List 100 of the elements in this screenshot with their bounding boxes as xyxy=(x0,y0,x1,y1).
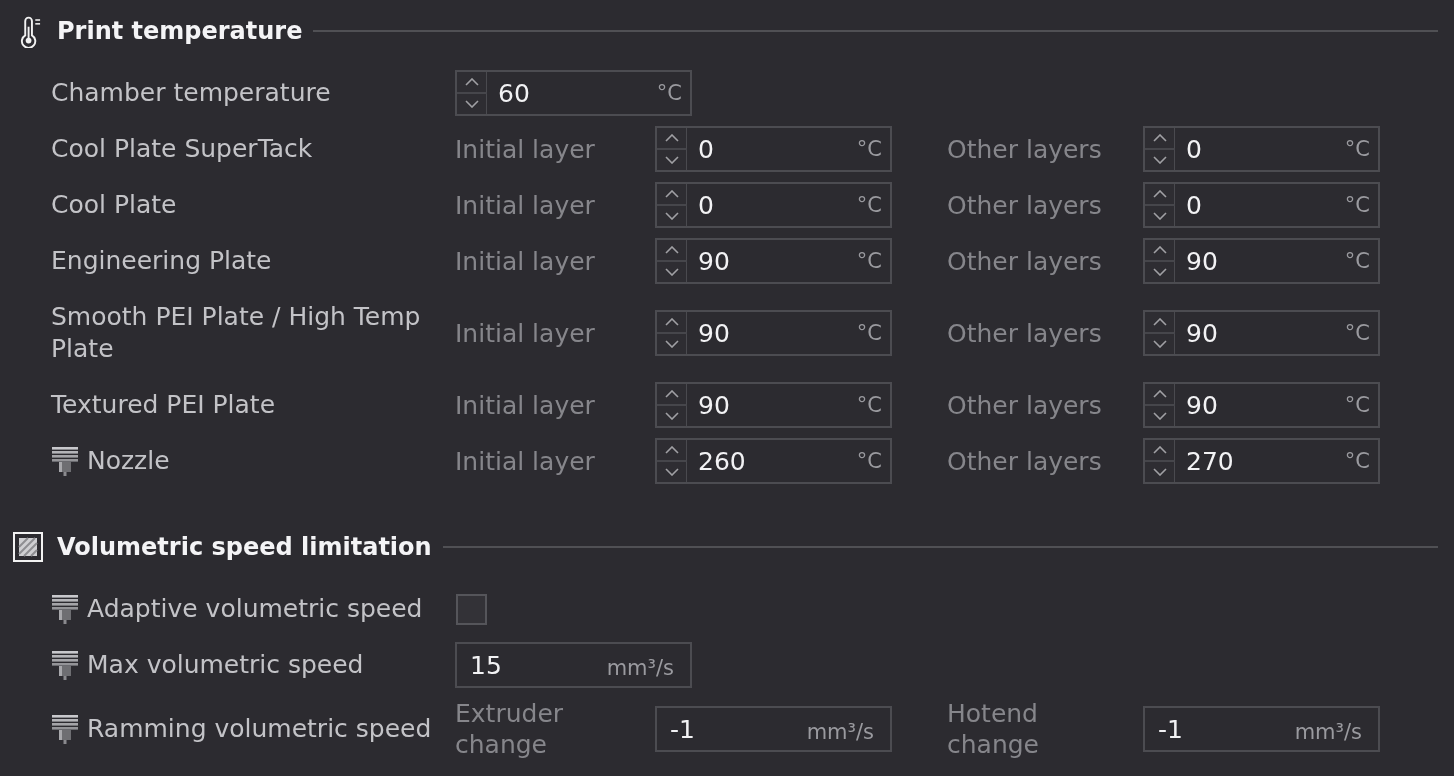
chevron-down-icon xyxy=(1152,412,1167,420)
value-input[interactable]: 270 xyxy=(1175,446,1345,476)
value-input[interactable]: 60 xyxy=(487,78,657,108)
checkbox[interactable] xyxy=(456,593,487,625)
value-input[interactable]: 0 xyxy=(687,134,857,164)
field-label: Extruder change xyxy=(455,698,565,760)
unit-label: °C xyxy=(856,193,882,217)
chevron-down-icon xyxy=(1152,156,1167,164)
unit-label: mm³/s xyxy=(806,719,874,744)
chevron-up-icon xyxy=(664,190,679,198)
value-input[interactable]: 0 xyxy=(1175,134,1345,164)
increment-button[interactable] xyxy=(1145,128,1175,150)
unit-label: °C xyxy=(1344,193,1370,217)
setting-label: Nozzle xyxy=(87,445,170,477)
unit-label: °C xyxy=(1344,249,1370,273)
number-field[interactable]: 0 °C xyxy=(1143,182,1380,228)
increment-button[interactable] xyxy=(657,240,687,262)
field-label: Initial layer xyxy=(455,389,595,421)
chevron-down-icon xyxy=(664,412,679,420)
number-field[interactable]: 0 °C xyxy=(655,126,892,172)
nozzle-icon xyxy=(52,594,78,624)
value-input[interactable]: 0 xyxy=(1175,190,1345,220)
field-label: Other layers xyxy=(947,445,1102,477)
number-field[interactable]: 90 °C xyxy=(655,238,892,284)
number-field[interactable]: 90 °C xyxy=(655,382,892,428)
number-field[interactable]: -1 mm³/s xyxy=(655,706,892,752)
field-label: Initial layer xyxy=(455,445,595,477)
value-input[interactable]: 90 xyxy=(1175,246,1345,276)
value-input[interactable]: -1 xyxy=(657,714,807,744)
value-input[interactable]: 15 xyxy=(457,650,607,680)
increment-button[interactable] xyxy=(657,384,687,406)
unit-label: °C xyxy=(1344,137,1370,161)
setting-label: Engineering Plate xyxy=(51,245,272,277)
setting-label: Adaptive volumetric speed xyxy=(87,593,423,625)
value-input[interactable]: 90 xyxy=(687,390,857,420)
chevron-down-icon xyxy=(664,268,679,276)
chevron-up-icon xyxy=(1152,446,1167,454)
field-label: Initial layer xyxy=(455,245,595,277)
chevron-up-icon xyxy=(1152,318,1167,326)
increment-button[interactable] xyxy=(457,72,487,94)
unit-label: °C xyxy=(1344,393,1370,417)
chevron-down-icon xyxy=(1152,212,1167,220)
number-field[interactable]: 270 °C xyxy=(1143,438,1380,484)
number-field[interactable]: 90 °C xyxy=(1143,238,1380,284)
nozzle-icon xyxy=(52,446,78,476)
increment-button[interactable] xyxy=(1145,384,1175,406)
increment-button[interactable] xyxy=(1145,184,1175,206)
hatched-square-icon xyxy=(13,532,43,562)
setting-label: Ramming volumetric speed xyxy=(87,713,432,745)
chevron-down-icon xyxy=(1152,468,1167,476)
chevron-up-icon xyxy=(664,446,679,454)
value-input[interactable]: -1 xyxy=(1145,714,1295,744)
increment-button[interactable] xyxy=(1145,312,1175,334)
number-field[interactable]: 0 °C xyxy=(655,182,892,228)
number-field[interactable]: 15 mm³/s xyxy=(455,642,692,688)
number-field[interactable]: 60 °C xyxy=(455,70,692,116)
increment-button[interactable] xyxy=(1145,440,1175,462)
unit-label: °C xyxy=(856,137,882,161)
field-label: Initial layer xyxy=(455,317,595,349)
field-label: Other layers xyxy=(947,189,1102,221)
chevron-up-icon xyxy=(1152,390,1167,398)
chevron-up-icon xyxy=(464,78,479,86)
increment-button[interactable] xyxy=(657,312,687,334)
setting-label: Cool Plate SuperTack xyxy=(51,133,313,165)
field-label: Initial layer xyxy=(455,133,595,165)
value-input[interactable]: 90 xyxy=(1175,390,1345,420)
number-field[interactable]: -1 mm³/s xyxy=(1143,706,1380,752)
chevron-up-icon xyxy=(664,134,679,142)
setting-label: Chamber temperature xyxy=(51,77,331,109)
unit-label: mm³/s xyxy=(606,655,674,680)
chevron-up-icon xyxy=(664,318,679,326)
chevron-up-icon xyxy=(664,390,679,398)
number-field[interactable]: 260 °C xyxy=(655,438,892,484)
chevron-up-icon xyxy=(664,246,679,254)
unit-label: °C xyxy=(856,321,882,345)
unit-label: °C xyxy=(856,393,882,417)
value-input[interactable]: 260 xyxy=(687,446,857,476)
field-label: Other layers xyxy=(947,245,1102,277)
number-field[interactable]: 90 °C xyxy=(1143,310,1380,356)
value-input[interactable]: 90 xyxy=(1175,318,1345,348)
unit-label: mm³/s xyxy=(1294,719,1362,744)
value-input[interactable]: 0 xyxy=(687,190,857,220)
number-field[interactable]: 90 °C xyxy=(655,310,892,356)
setting-label: Cool Plate xyxy=(51,189,177,221)
increment-button[interactable] xyxy=(1145,240,1175,262)
value-input[interactable]: 90 xyxy=(687,318,857,348)
field-label: Other layers xyxy=(947,317,1102,349)
increment-button[interactable] xyxy=(657,128,687,150)
chevron-down-icon xyxy=(1152,340,1167,348)
setting-label: Smooth PEI Plate / High Temp Plate xyxy=(51,301,422,365)
section-title: Volumetric speed limitation xyxy=(57,533,432,561)
chevron-up-icon xyxy=(1152,134,1167,142)
number-field[interactable]: 0 °C xyxy=(1143,126,1380,172)
increment-button[interactable] xyxy=(657,440,687,462)
unit-label: °C xyxy=(1344,449,1370,473)
value-input[interactable]: 90 xyxy=(687,246,857,276)
increment-button[interactable] xyxy=(657,184,687,206)
nozzle-icon xyxy=(52,714,78,744)
number-field[interactable]: 90 °C xyxy=(1143,382,1380,428)
chevron-up-icon xyxy=(1152,190,1167,198)
